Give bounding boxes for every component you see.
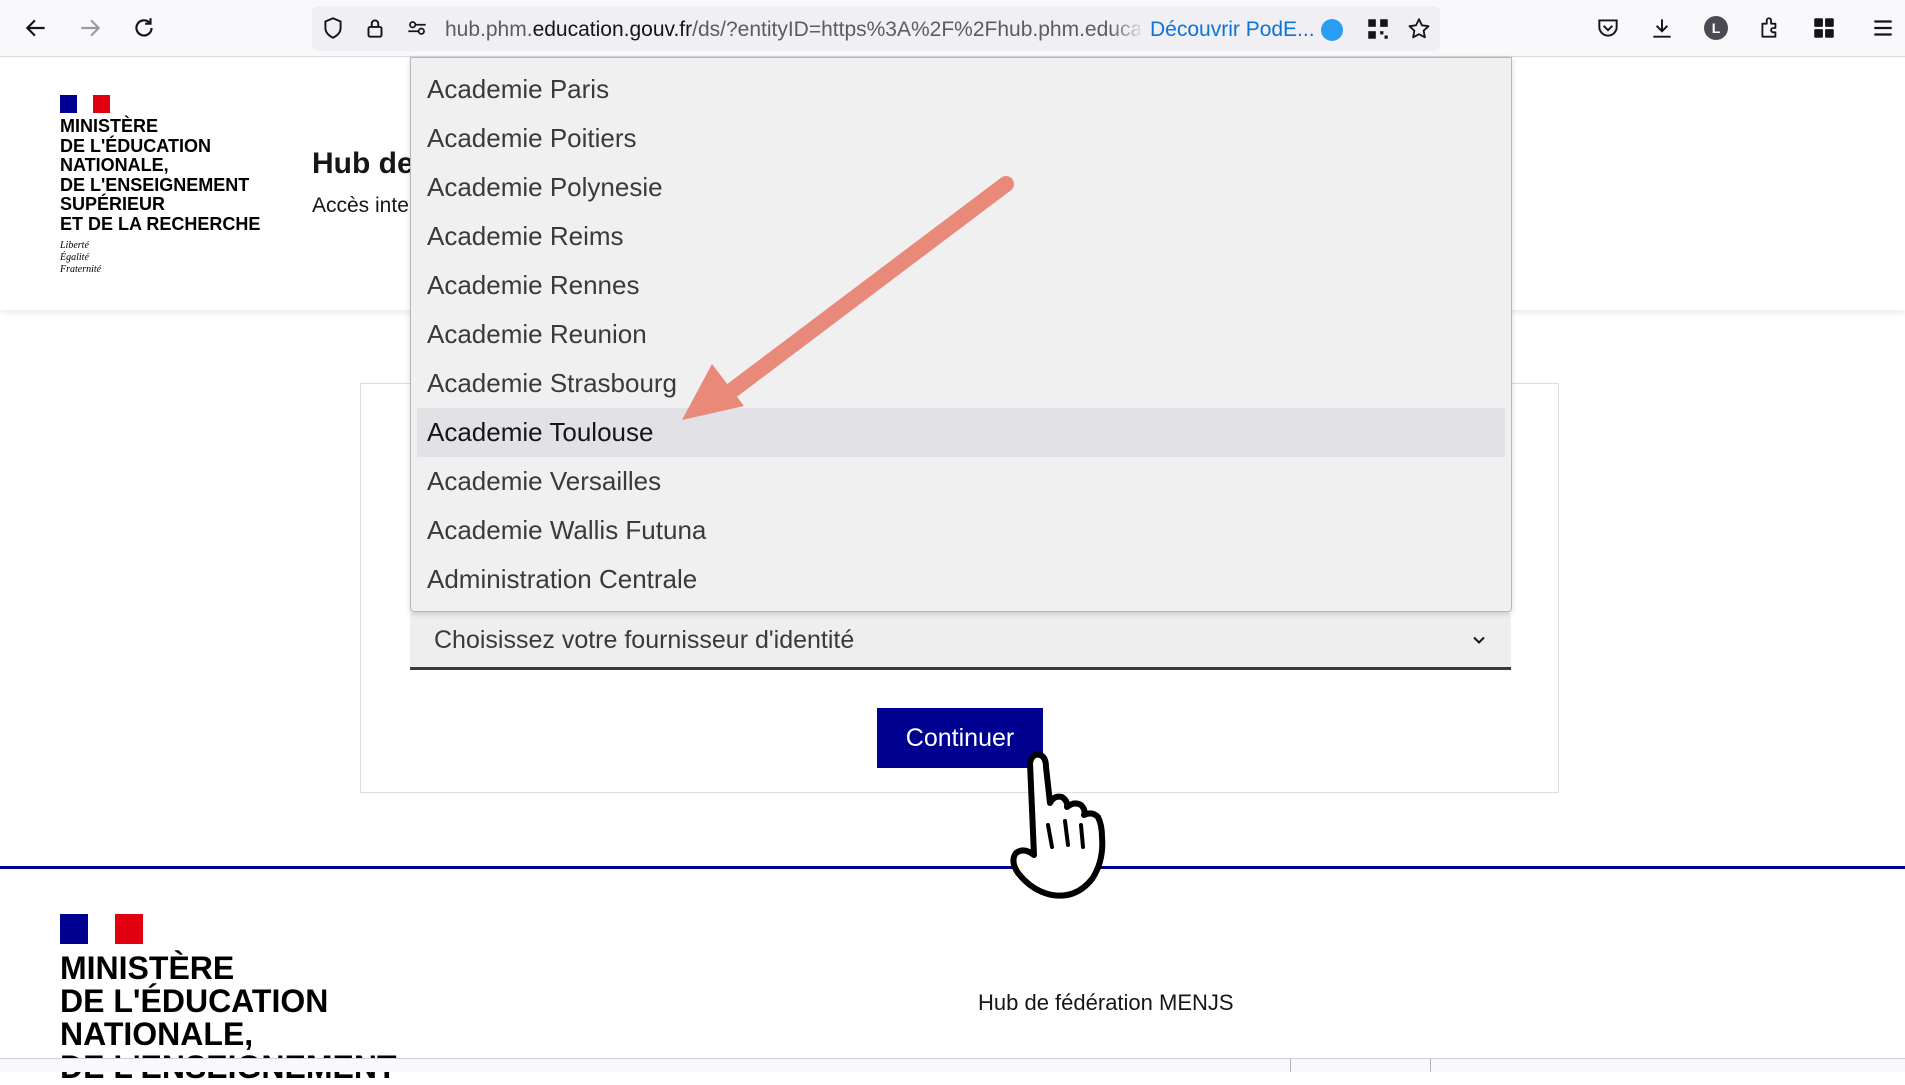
dropdown-option[interactable]: Academie Polynesie xyxy=(417,163,1505,212)
ministry-line: nationale, xyxy=(60,155,169,175)
footer-ministry-line: nationale, xyxy=(60,1016,254,1052)
extensions-button[interactable] xyxy=(1753,11,1787,45)
notification-dot[interactable] xyxy=(1321,19,1343,41)
url-host-prefix: hub.phm. xyxy=(445,18,533,41)
url-fade xyxy=(1110,14,1146,44)
select-value: Choisissez votre fournisseur d'identité xyxy=(434,626,855,654)
download-icon xyxy=(1653,19,1671,38)
footer-hub-label: Hub de fédération MENJS xyxy=(978,990,1234,1015)
menu-icon xyxy=(1874,20,1892,36)
dropdown-option-highlighted[interactable]: Academie Toulouse xyxy=(417,408,1505,457)
chevron-down-icon xyxy=(1473,636,1485,644)
qr-icon[interactable] xyxy=(1365,16,1391,42)
ministry-line: et de la Recherche xyxy=(60,213,261,234)
ministry-name[interactable]: Ministère de l'Éducation nationale, de l… xyxy=(60,116,290,234)
strip-divider xyxy=(1290,1059,1291,1072)
account-button[interactable]: L xyxy=(1699,11,1733,45)
back-arrow-icon xyxy=(25,19,45,37)
footer-ministry-line: de l'Éducation xyxy=(60,983,329,1019)
dropdown-option[interactable]: Academie Poitiers xyxy=(417,114,1505,163)
reload-icon xyxy=(135,18,153,37)
forward-arrow-icon xyxy=(81,19,101,37)
extensions-icon xyxy=(1761,17,1777,38)
shield-icon[interactable] xyxy=(320,15,346,41)
ministry-line: supérieur xyxy=(60,194,166,214)
ministry-line: de l'Enseignement xyxy=(60,174,250,195)
browser-toolbar: hub.phm.education.gouv.fr/ds/?entityID=h… xyxy=(0,0,1905,57)
page-subtitle: Accès inte xyxy=(312,194,409,217)
motto-line: Égalité xyxy=(60,252,89,263)
permissions-icon[interactable] xyxy=(404,15,430,41)
dropdown-option[interactable]: Academie Strasbourg xyxy=(417,359,1505,408)
dropdown-option[interactable]: Academie Paris xyxy=(417,65,1505,114)
apps-button[interactable] xyxy=(1807,11,1841,45)
dropdown-option[interactable]: Academie Wallis Futuna xyxy=(417,506,1505,555)
profile-avatar: L xyxy=(1704,16,1728,40)
ministry-line: Ministère xyxy=(60,116,159,136)
page-title: Hub de xyxy=(312,147,414,180)
motto-line: Liberté xyxy=(60,240,89,251)
motto-line: Fraternité xyxy=(60,264,102,275)
strip-divider xyxy=(1430,1059,1431,1072)
url-bar[interactable]: hub.phm.education.gouv.fr/ds/?entityID=h… xyxy=(312,6,1440,51)
footer-ministry-line: Ministère xyxy=(60,950,235,986)
pocket-icon xyxy=(1598,19,1618,37)
dropdown-option[interactable]: Academie Reunion xyxy=(417,310,1505,359)
url-text[interactable]: hub.phm.education.gouv.fr/ds/?entityID=h… xyxy=(445,17,1140,43)
marianne-flag-logo[interactable] xyxy=(60,95,111,113)
continue-button[interactable]: Continuer xyxy=(877,708,1043,768)
identity-provider-select[interactable]: Choisissez votre fournisseur d'identité xyxy=(410,612,1511,670)
back-button[interactable] xyxy=(19,11,53,45)
status-bar-strip xyxy=(0,1058,1905,1072)
dropdown-option[interactable]: Academie Versailles xyxy=(417,457,1505,506)
dropdown-option[interactable]: Administration Centrale xyxy=(417,555,1505,604)
dropdown-option[interactable]: Academie Reims xyxy=(417,212,1505,261)
url-path: /ds/?entityID=https%3A%2F%2Fhub.phm.educ… xyxy=(692,18,1140,41)
lock-icon[interactable] xyxy=(362,15,388,41)
menu-button[interactable] xyxy=(1866,11,1900,45)
url-domain: education.gouv.fr xyxy=(532,18,693,41)
reload-button[interactable] xyxy=(127,11,161,45)
apps-icon xyxy=(1814,18,1834,38)
footer-marianne-flag-logo[interactable] xyxy=(60,914,144,944)
discover-pocket-link[interactable]: Découvrir PodE... xyxy=(1150,17,1315,43)
downloads-button[interactable] xyxy=(1645,11,1679,45)
republic-motto: Liberté Égalité Fraternité xyxy=(60,240,101,276)
footer-divider xyxy=(0,866,1905,869)
ministry-line: de l'Éducation xyxy=(60,135,211,156)
dropdown-option[interactable]: Academie Rennes xyxy=(417,261,1505,310)
star-icon[interactable] xyxy=(1406,16,1432,42)
pocket-button[interactable] xyxy=(1591,11,1625,45)
forward-button[interactable] xyxy=(73,11,107,45)
identity-provider-dropdown[interactable]: Academie Paris Academie Poitiers Academi… xyxy=(410,57,1512,612)
